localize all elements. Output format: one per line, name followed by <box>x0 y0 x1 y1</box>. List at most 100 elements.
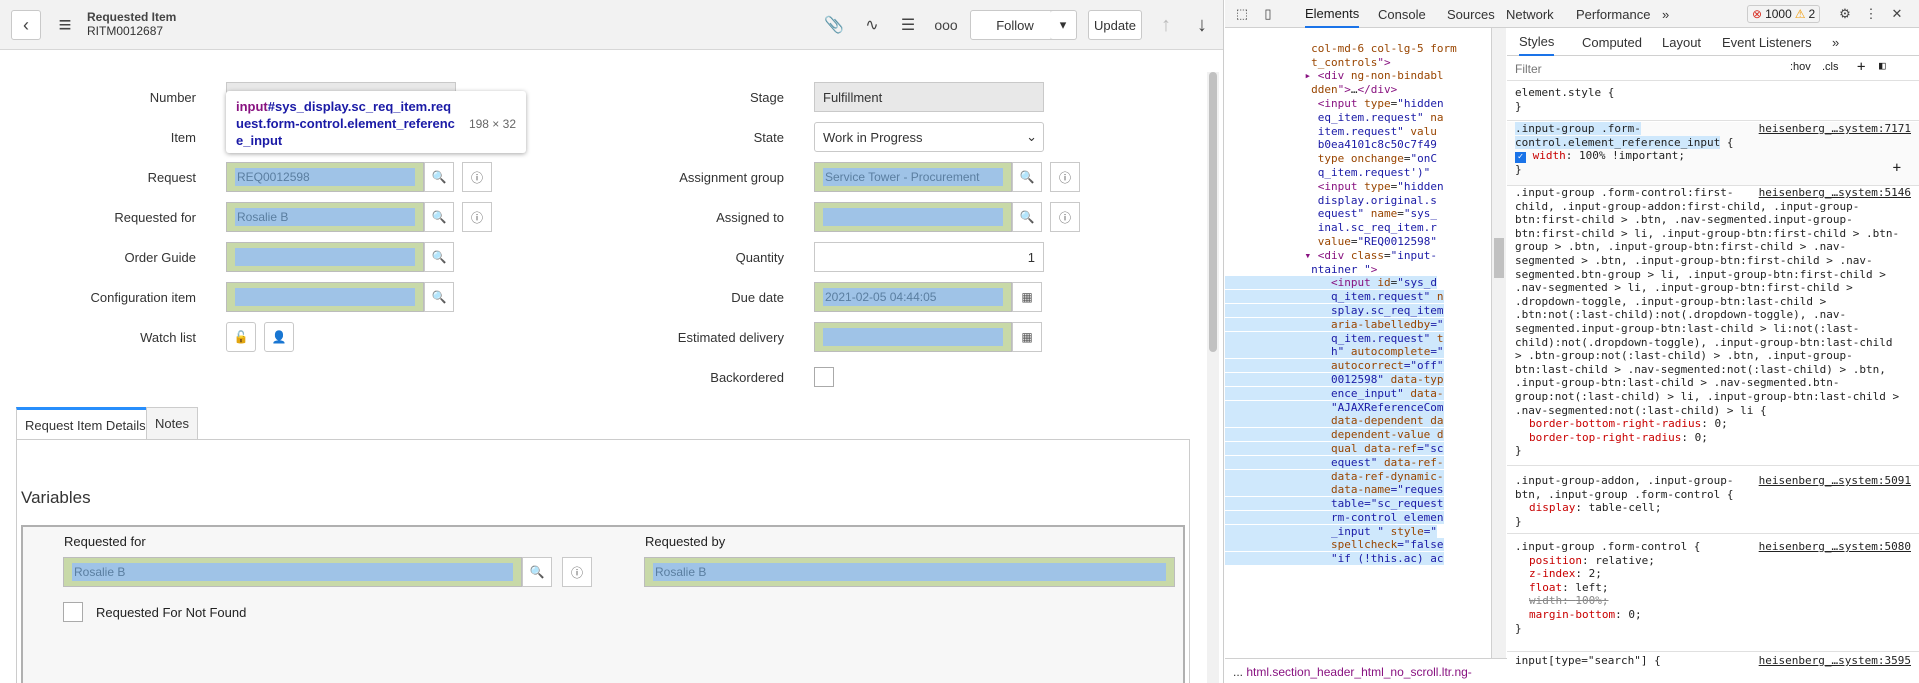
chevron-down-icon: ⌄ <box>1026 129 1037 144</box>
update-button[interactable]: Update <box>1088 10 1142 40</box>
tab-console[interactable]: Console <box>1378 0 1426 28</box>
checkbox-icon[interactable]: ✓ <box>1515 152 1526 164</box>
assignment-group-lookup-button[interactable]: 🔍 <box>1012 162 1042 192</box>
styles-filter-input[interactable] <box>1515 60 1770 78</box>
follow-dropdown-button[interactable]: ▾ <box>1050 10 1077 40</box>
state-select[interactable]: Work in Progress ⌄ <box>814 122 1044 152</box>
assignment-group-info-button[interactable]: ⓘ <box>1050 162 1080 192</box>
tab-computed[interactable]: Computed <box>1582 28 1642 56</box>
var-requested-for-value: Rosalie B <box>72 563 513 581</box>
arrow-down-icon: ↓ <box>1197 13 1207 36</box>
add-property-button[interactable]: + <box>1893 161 1901 176</box>
assigned-to-info-button[interactable]: ⓘ <box>1050 202 1080 232</box>
more-tabs-button[interactable]: » <box>1662 0 1669 28</box>
assigned-to-input[interactable] <box>814 202 1012 232</box>
form-scrollbar-thumb[interactable] <box>1209 72 1217 352</box>
tab-sources[interactable]: Sources <box>1447 0 1495 28</box>
tab-layout[interactable]: Layout <box>1662 28 1701 56</box>
estimated-delivery-input[interactable] <box>814 322 1012 352</box>
quantity-label: Quantity <box>735 250 784 265</box>
requested-for-lookup-button[interactable]: 🔍 <box>424 202 454 232</box>
configuration-item-input[interactable] <box>226 282 424 312</box>
activity-button[interactable]: ∿ <box>860 13 884 37</box>
order-guide-input[interactable] <box>226 242 424 272</box>
personalize-button[interactable]: ☰ <box>896 13 920 37</box>
request-lookup-button[interactable]: 🔍 <box>424 162 454 192</box>
attachment-button[interactable]: 📎 <box>822 13 846 37</box>
watch-list-add-me-button[interactable]: 👤 <box>264 322 294 352</box>
tab-network[interactable]: Network <box>1506 0 1554 28</box>
hover-state-toggle[interactable]: :hov <box>1790 61 1811 73</box>
number-label: Number <box>149 90 196 105</box>
configuration-item-label: Configuration item <box>90 290 197 305</box>
quantity-input[interactable]: 1 <box>814 242 1044 272</box>
requested-for-label: Requested for <box>114 210 196 225</box>
tab-event-listeners[interactable]: Event Listeners <box>1722 28 1812 56</box>
tab-styles[interactable]: Styles <box>1519 28 1555 56</box>
device-toolbar-button[interactable]: ▯ <box>1258 4 1278 24</box>
dom-tree-scrollbar[interactable] <box>1492 28 1506 658</box>
dom-tree-scrollbar-thumb[interactable] <box>1494 238 1504 278</box>
var-requested-for-lookup-button[interactable]: 🔍 <box>522 557 552 587</box>
settings-button[interactable]: ⚙ <box>1835 4 1855 24</box>
stage-field: Fulfillment <box>814 82 1044 112</box>
var-requested-for-info-button[interactable]: ⓘ <box>562 557 592 587</box>
watch-list-unlock-button[interactable]: 🔓 <box>226 322 256 352</box>
menu-button[interactable]: ≡ <box>52 12 78 38</box>
tooltip-size: 198 × 32 <box>468 117 516 131</box>
close-devtools-button[interactable]: ✕ <box>1887 4 1907 24</box>
inspect-element-button[interactable]: ⬚ <box>1232 4 1252 24</box>
assigned-to-lookup-button[interactable]: 🔍 <box>1012 202 1042 232</box>
previous-record-button[interactable]: ↑ <box>1154 13 1178 37</box>
plus-icon: + <box>1857 59 1866 75</box>
tooltip-tag: input <box>236 99 268 114</box>
kebab-icon: ⋮ <box>1864 6 1878 21</box>
var-requested-by-input[interactable]: Rosalie B <box>644 557 1175 587</box>
tab-request-item-details[interactable]: Request Item Details <box>16 407 155 440</box>
issues-counter[interactable]: ⊗ 1000 ⚠ 2 <box>1747 5 1821 23</box>
state-label: State <box>753 130 784 145</box>
form-scrollbar[interactable] <box>1207 72 1219 683</box>
toggle-sidebar-button[interactable]: ◧ <box>1879 59 1886 72</box>
assigned-to-label: Assigned to <box>716 210 784 225</box>
due-date-calendar-button[interactable]: ▦ <box>1012 282 1042 312</box>
backordered-checkbox[interactable] <box>814 367 834 387</box>
assignment-group-input[interactable]: Service Tower - Procurement <box>814 162 1012 192</box>
estimated-delivery-calendar-button[interactable]: ▦ <box>1012 322 1042 352</box>
requested-for-not-found-checkbox[interactable] <box>63 602 83 622</box>
tab-notes[interactable]: Notes <box>146 407 198 440</box>
requested-for-info-button[interactable]: ⓘ <box>462 202 492 232</box>
more-style-tabs-button[interactable]: » <box>1832 28 1839 56</box>
next-record-button[interactable]: ↓ <box>1190 13 1214 37</box>
new-rule-button[interactable]: + <box>1857 59 1865 75</box>
due-date-input[interactable]: 2021-02-05 04:44:05 <box>814 282 1012 312</box>
class-toggle[interactable]: .cls <box>1822 61 1839 73</box>
tab-elements[interactable]: Elements <box>1305 0 1360 28</box>
request-info-button[interactable]: ⓘ <box>462 162 492 192</box>
more-options-button[interactable]: ooo <box>934 13 958 37</box>
record-number: RITM0012687 <box>87 24 164 38</box>
configuration-item-lookup-button[interactable]: 🔍 <box>424 282 454 312</box>
devtools-menu-button[interactable]: ⋮ <box>1861 4 1881 24</box>
info-icon: ⓘ <box>570 565 583 580</box>
rule-input-group-addon: .input-group-addon, .input-group-btn, .i… <box>1507 474 1919 534</box>
var-requested-for-input[interactable]: Rosalie B <box>63 557 522 587</box>
error-count: 1000 <box>1765 7 1792 21</box>
back-button[interactable]: ‹ <box>11 10 41 40</box>
assignment-group-value: Service Tower - Procurement <box>823 168 1003 186</box>
calendar-icon: ▦ <box>1021 330 1033 344</box>
activity-icon: ∿ <box>865 17 879 34</box>
info-icon: ⓘ <box>470 210 483 225</box>
warning-count: 2 <box>1808 7 1816 21</box>
follow-button[interactable]: Follow <box>970 10 1060 40</box>
dom-breadcrumb[interactable]: ... html.section_header_html_no_scroll.l… <box>1225 658 1507 683</box>
due-date-label: Due date <box>731 290 784 305</box>
cursor-icon: ⬚ <box>1235 6 1249 21</box>
rule-input-search: input[type="search"] { heisenberg_…syste… <box>1515 654 1911 667</box>
order-guide-lookup-button[interactable]: 🔍 <box>424 242 454 272</box>
tab-performance[interactable]: Performance <box>1576 0 1650 28</box>
dom-tree[interactable]: col-md-6 col-lg-5 form t_controls"> ▸ <d… <box>1225 28 1492 683</box>
request-input[interactable]: REQ0012598 <box>226 162 424 192</box>
more-icon: ooo <box>934 17 958 33</box>
requested-for-input[interactable]: Rosalie B <box>226 202 424 232</box>
